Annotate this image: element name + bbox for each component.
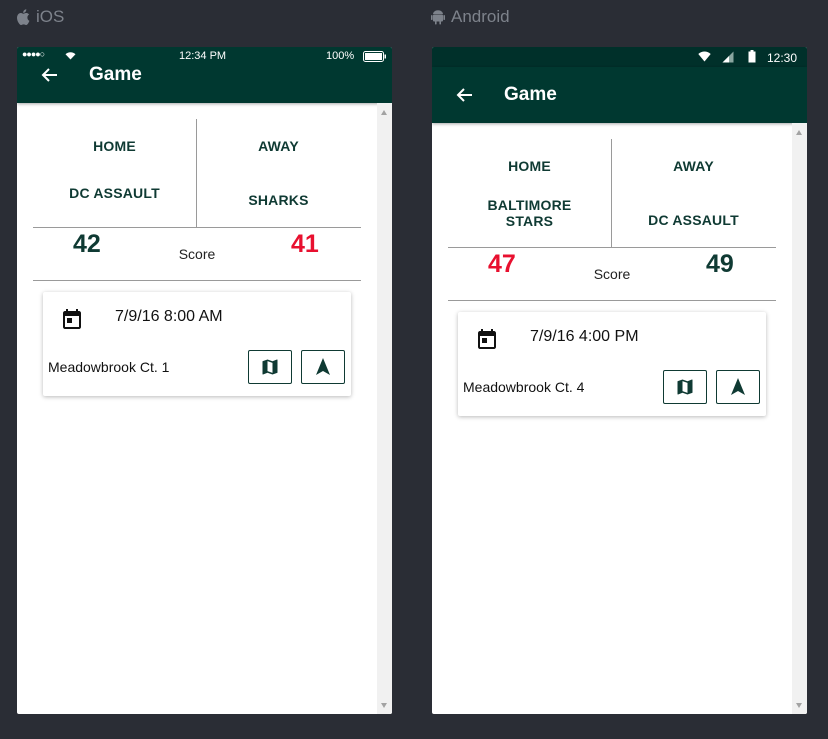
android-platform-label: Android bbox=[431, 6, 510, 28]
wifi-icon bbox=[698, 51, 711, 62]
ios-battery-percent: 100% bbox=[326, 50, 355, 62]
back-arrow-icon bbox=[456, 88, 472, 102]
ios-game-card: 7/9/16 8:00 AM Meadowbrook Ct. 1 bbox=[43, 292, 351, 396]
ios-away-score: 41 bbox=[291, 230, 319, 258]
ios-directions-button[interactable] bbox=[301, 350, 345, 384]
ios-map-button[interactable] bbox=[248, 350, 292, 384]
navigation-icon bbox=[316, 358, 330, 375]
android-content-area: HOME AWAY BALTIMORE STARS DC ASSAULT Sco… bbox=[432, 123, 792, 714]
android-home-score: 47 bbox=[488, 250, 516, 278]
ios-platform-label: iOS bbox=[16, 6, 64, 28]
android-phone-frame: 12:30 Game HOME AWAY BALTIMORE STARS DC … bbox=[432, 47, 807, 714]
ios-home-team-name: DC ASSAULT bbox=[69, 185, 160, 201]
android-scroll-down[interactable] bbox=[796, 703, 802, 708]
android-game-card: 7/9/16 4:00 PM Meadowbrook Ct. 4 bbox=[458, 312, 766, 416]
battery-icon bbox=[363, 51, 386, 62]
android-home-label: HOME bbox=[508, 158, 551, 174]
android-teams-divider bbox=[611, 139, 612, 247]
ios-away-team-name: SHARKS bbox=[248, 192, 309, 208]
map-icon bbox=[262, 359, 278, 375]
map-icon bbox=[677, 379, 693, 395]
apple-icon bbox=[17, 9, 30, 25]
ios-scroll-down[interactable] bbox=[381, 703, 387, 708]
android-away-team-name: DC ASSAULT bbox=[648, 212, 739, 228]
ios-scroll-up[interactable] bbox=[381, 110, 387, 115]
calendar-icon bbox=[478, 329, 496, 349]
android-app-header: Game bbox=[432, 67, 807, 123]
ios-phone-frame: Game ●●●●○ 12:34 PM 100% HOME AWAY DC AS… bbox=[17, 47, 392, 714]
android-scrollbar[interactable] bbox=[792, 123, 807, 714]
ios-status-time: 12:34 PM bbox=[179, 50, 227, 62]
android-score-row: Score 47 49 bbox=[448, 248, 776, 301]
android-page-title: Game bbox=[504, 84, 557, 105]
ios-status-bar: ●●●●○ 12:34 PM 100% bbox=[17, 47, 392, 66]
android-map-button[interactable] bbox=[663, 370, 707, 404]
android-game-location: Meadowbrook Ct. 4 bbox=[463, 379, 585, 395]
android-home-team-name-line1: BALTIMORE bbox=[487, 197, 572, 213]
back-arrow-icon bbox=[41, 68, 57, 82]
ios-scrollbar[interactable] bbox=[377, 103, 392, 714]
android-directions-button[interactable] bbox=[716, 370, 760, 404]
android-back-button[interactable] bbox=[454, 85, 474, 105]
signal-icon bbox=[722, 51, 734, 63]
android-label-text: Android bbox=[451, 7, 510, 26]
android-scroll-up[interactable] bbox=[796, 130, 802, 135]
android-icon bbox=[431, 10, 445, 25]
calendar-icon bbox=[63, 309, 81, 329]
ios-content-area: HOME AWAY DC ASSAULT SHARKS Score 42 41 … bbox=[17, 103, 377, 714]
ios-page-title: Game bbox=[89, 64, 142, 85]
android-status-time: 12:30 bbox=[767, 51, 798, 65]
ios-teams-section: HOME AWAY DC ASSAULT SHARKS bbox=[33, 119, 361, 228]
ios-signal-dots: ●●●●○ bbox=[22, 49, 45, 59]
ios-teams-divider bbox=[196, 119, 197, 227]
battery-icon bbox=[748, 50, 756, 63]
android-away-label: AWAY bbox=[673, 158, 714, 174]
ios-game-location: Meadowbrook Ct. 1 bbox=[48, 359, 170, 375]
android-home-team-name-line2: STARS bbox=[505, 213, 554, 229]
ios-game-datetime: 7/9/16 8:00 AM bbox=[115, 308, 223, 325]
wifi-icon bbox=[65, 52, 76, 60]
android-away-score: 49 bbox=[706, 250, 734, 278]
android-teams-section: HOME AWAY BALTIMORE STARS DC ASSAULT bbox=[448, 139, 776, 248]
ios-label-text: iOS bbox=[36, 7, 65, 26]
ios-back-button[interactable] bbox=[39, 65, 59, 85]
ios-away-label: AWAY bbox=[258, 138, 299, 154]
navigation-icon bbox=[731, 378, 745, 395]
android-status-bar: 12:30 bbox=[432, 47, 807, 67]
ios-score-row: Score 42 41 bbox=[33, 228, 361, 281]
android-game-datetime: 7/9/16 4:00 PM bbox=[530, 328, 639, 345]
ios-home-score: 42 bbox=[73, 230, 101, 258]
ios-home-label: HOME bbox=[93, 138, 136, 154]
